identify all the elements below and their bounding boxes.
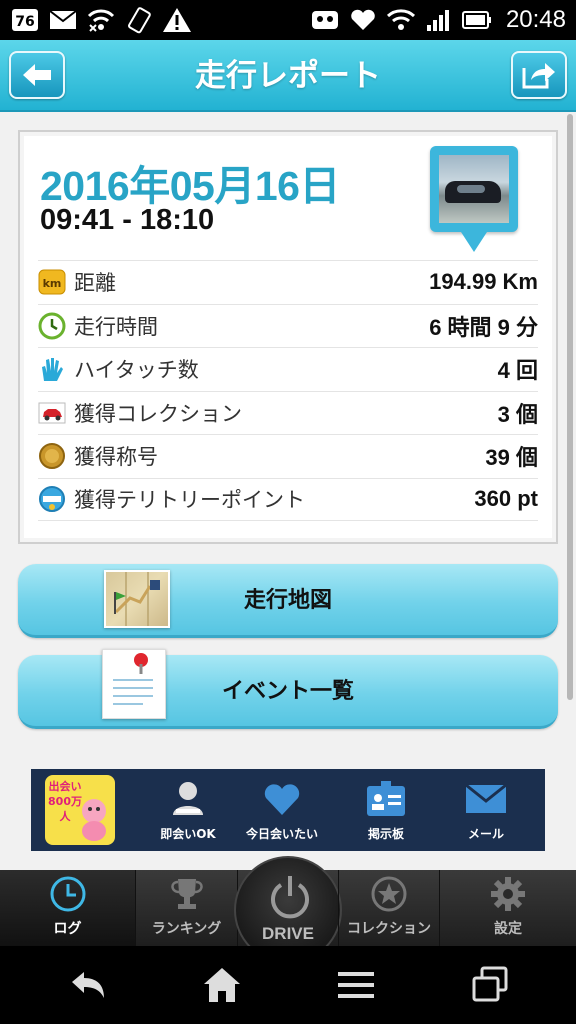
nav-recents-button[interactable] [460,963,520,1007]
ad-item-label: メール [467,827,504,841]
ad-banner[interactable]: 出会い800万人 即会いOK 今日会いたい 掲示板 メール [31,769,545,851]
car-photo[interactable] [430,146,518,256]
stat-label: 走行時間 [74,314,158,339]
home-icon [204,968,240,1002]
stat-value: 6 時間 9 分 [429,314,538,340]
nfc-battery-icon: 76 [10,6,40,34]
share-icon [522,63,555,89]
ad-item-today[interactable]: 今日会いたい [237,777,327,847]
ad-item-mail[interactable]: メール [441,777,531,847]
tab-collection[interactable]: コレクション [338,870,440,946]
nav-menu-button[interactable] [326,963,386,1007]
stats-list: km 距離 194.99 Km 走行時間 6 時間 9 分 ハイタッチ数 4 回 [38,260,538,521]
stat-value: 360 pt [474,486,538,512]
car-image [439,155,509,223]
status-time: 20:48 [505,6,566,33]
stat-value: 194.99 Km [429,269,538,295]
stat-row-drive-time: 走行時間 6 時間 9 分 [38,303,538,348]
ad-item-label: 即会いOK [160,827,216,841]
stat-label: ハイタッチ数 [74,358,199,383]
star-icon [339,870,439,918]
notification-icons: 76 [10,4,192,36]
wifi-icon [386,6,416,34]
drive-map-label: 走行地図 [243,588,332,613]
map-pin-icon [461,232,487,252]
power-icon [271,876,309,919]
stat-row-titles: 獲得称号 39 個 [38,434,538,478]
ad-logo[interactable]: 出会い800万人 [45,775,115,845]
scrollbar[interactable] [567,114,573,700]
stat-value: 3 個 [497,401,538,427]
tab-log[interactable]: ログ [0,870,136,946]
warning-icon [162,6,192,34]
stat-label: 獲得称号 [74,445,158,470]
board-icon [341,777,431,821]
stat-value: 4 回 [497,358,538,384]
battery-icon [461,6,492,34]
report-card: 2016年05月16日 09:41 - 18:10 km 距離 194.99 K… [18,130,558,544]
car-window [457,185,485,193]
arrow-left-icon [23,64,51,86]
stat-row-hi-touch: ハイタッチ数 4 回 [38,347,538,391]
drive-map-button[interactable]: 走行地図 [18,564,558,638]
tab-label: コレクション [347,921,431,937]
app-header: 走行レポート [0,40,576,112]
svg-text:76: 76 [15,14,34,30]
stat-label: 獲得テリトリーポイント [74,488,305,513]
spot-icon [38,485,66,513]
trophy-icon [136,870,237,918]
page-title: 走行レポート [195,58,381,94]
ad-item-instant[interactable]: 即会いOK [143,777,233,847]
stat-row-collection: 獲得コレクション 3 個 [38,390,538,435]
report-date: 2016年05月16日 [40,163,340,209]
gear-icon [440,870,576,918]
clock-icon [0,870,135,918]
svg-text:km: km [43,277,62,290]
heart-icon [348,6,378,34]
tab-label: 設定 [494,921,522,937]
nav-back-button[interactable] [58,963,118,1007]
medal-icon [38,442,66,470]
menu-icon [338,972,374,998]
content-area[interactable]: 2016年05月16日 09:41 - 18:10 km 距離 194.99 K… [0,112,576,870]
tab-settings[interactable]: 設定 [440,870,576,946]
car-collection-icon [38,399,66,427]
status-bar: 76 20:48 [0,0,576,40]
hi-touch-icon [38,355,66,383]
wifi-off-icon [86,6,116,34]
ad-item-label: 今日会いたい [245,827,318,841]
tab-label: ランキング [151,921,222,937]
person-icon [143,777,233,821]
stat-label: 獲得コレクション [74,401,242,426]
signal-icon [424,6,454,34]
mail-icon [441,777,531,821]
share-button[interactable] [511,51,567,99]
mail-icon [48,6,78,34]
rotate-icon [124,6,154,34]
tab-bar: ログ ランキング DRIVE コレクション 設定 [0,856,576,964]
stat-value: 39 個 [485,445,538,471]
stat-row-territory: 獲得テリトリーポイント 360 pt [38,477,538,521]
km-icon: km [38,268,66,296]
recents-icon [472,966,508,1002]
tab-label: ログ [53,921,82,937]
heart-icon [237,777,327,821]
navigation-bar [0,946,576,1024]
report-time-range: 09:41 - 18:10 [40,204,215,236]
mask-icon [310,6,340,34]
drive-label: DRIVE [262,924,314,943]
event-list-button[interactable]: イベント一覧 [18,649,558,729]
ad-item-board[interactable]: 掲示板 [341,777,431,847]
back-arrow-icon [72,972,104,998]
stat-label: 距離 [74,271,116,296]
tab-ranking[interactable]: ランキング [136,870,238,946]
system-icons: 20:48 [310,4,566,36]
ad-item-label: 掲示板 [367,827,404,841]
event-list-label: イベント一覧 [221,679,354,704]
nav-home-button[interactable] [192,963,252,1007]
photo-frame [430,146,518,232]
back-button[interactable] [9,51,65,99]
stat-row-distance: km 距離 194.99 Km [38,260,538,304]
clock-icon [38,312,66,340]
